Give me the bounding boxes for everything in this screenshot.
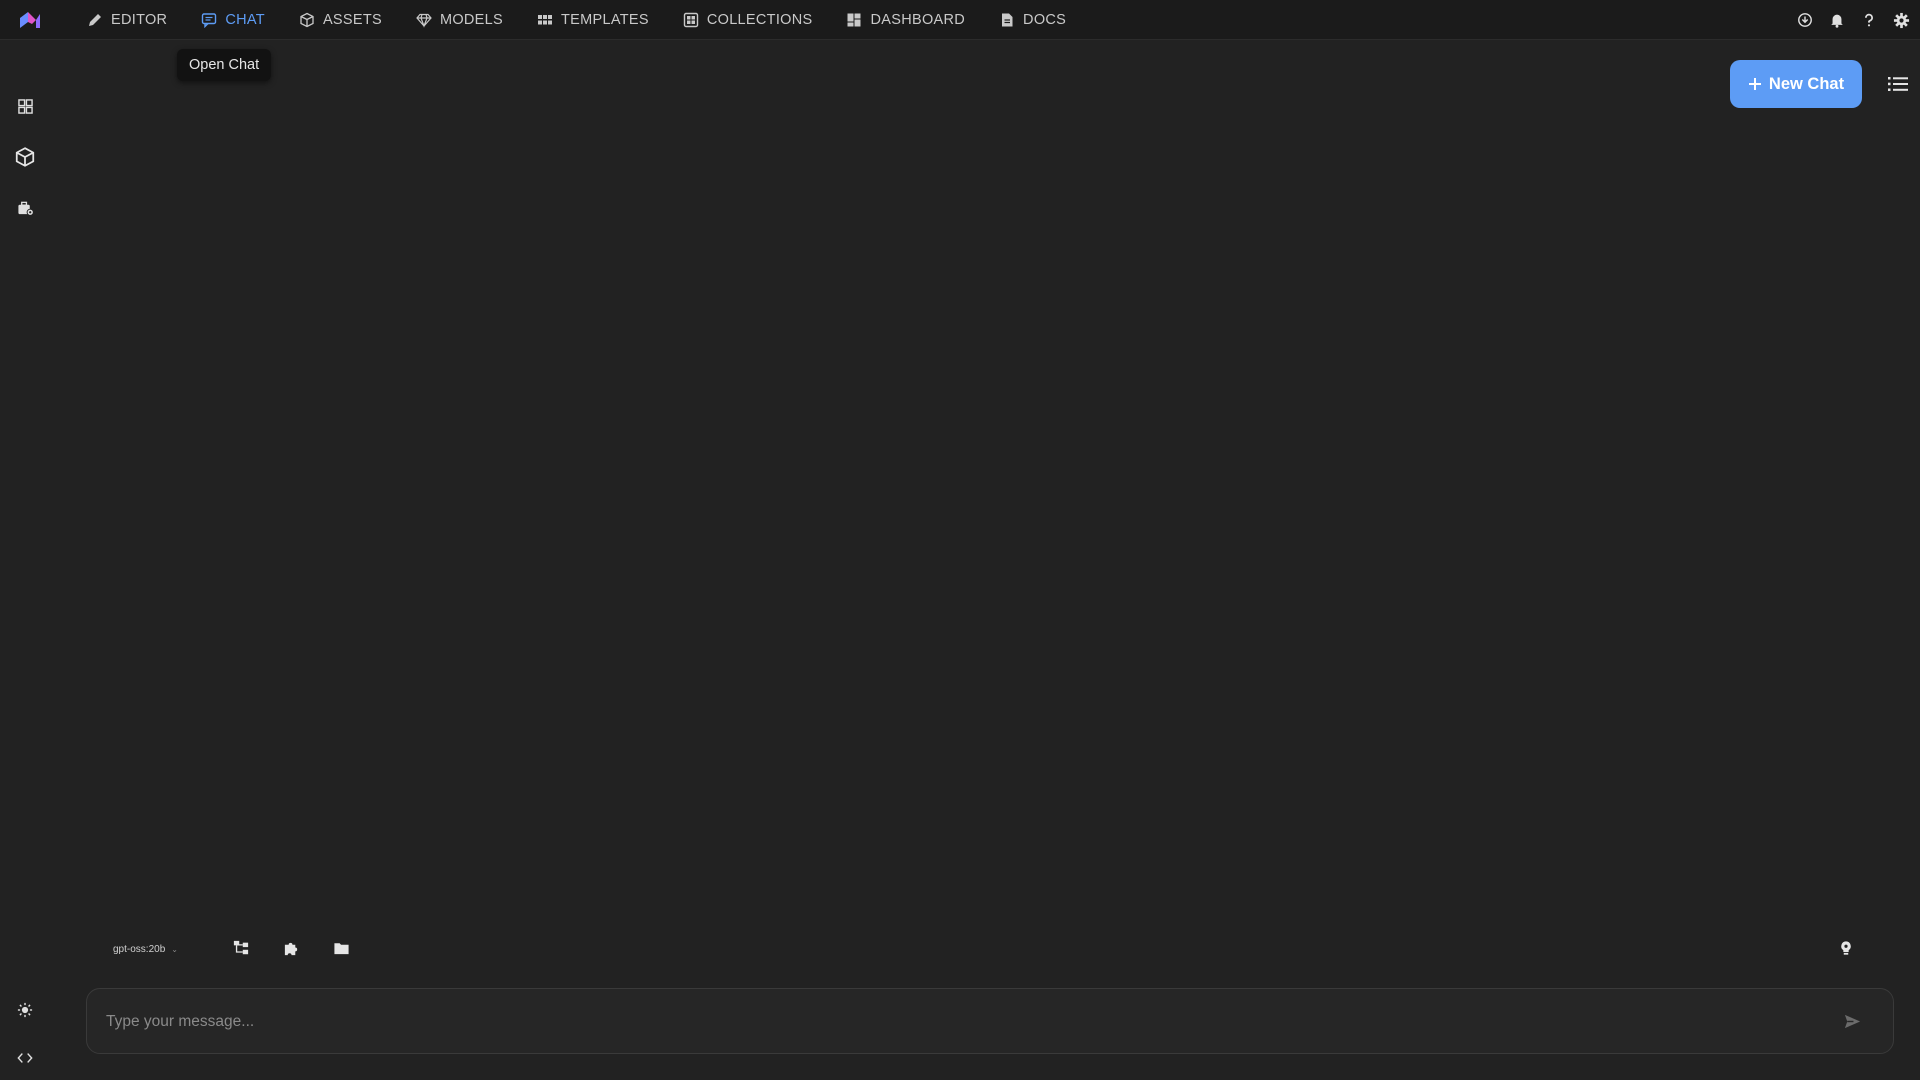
toolbox-icon[interactable] [13, 196, 37, 220]
pencil-icon [89, 14, 101, 26]
message-composer [86, 988, 1894, 1054]
nav-collections-label: COLLECTIONS [706, 12, 813, 28]
nav-models-label: MODELS [439, 12, 503, 28]
message-input[interactable] [104, 1007, 1808, 1037]
app-logo[interactable] [18, 10, 42, 30]
cube-icon[interactable] [13, 145, 37, 169]
puzzle-icon[interactable] [280, 937, 302, 959]
nav-editor-label: EDITOR [111, 12, 168, 28]
help-icon[interactable] [1860, 11, 1878, 29]
bell-icon[interactable] [1828, 11, 1846, 29]
chat-icon [202, 13, 217, 28]
lightbulb-icon[interactable] [1835, 937, 1857, 959]
top-right-actions [1796, 0, 1910, 40]
nav-templates[interactable]: TEMPLATES [520, 0, 666, 40]
folder-icon[interactable] [330, 937, 352, 959]
workflow-icon[interactable] [230, 937, 252, 959]
nav-docs-label: DOCS [1023, 12, 1067, 28]
nav-docs[interactable]: DOCS [982, 0, 1083, 40]
theme-sun-icon[interactable] [13, 998, 37, 1022]
new-chat-label: New Chat [1768, 74, 1845, 93]
chat-list-icon[interactable] [1886, 72, 1910, 96]
collection-icon [683, 12, 699, 28]
document-icon [1002, 13, 1013, 27]
top-navigation-bar: EDITOR CHAT ASSETS MODELS TEMPLATES COLL… [0, 0, 1920, 40]
main-nav: EDITOR CHAT ASSETS MODELS TEMPLATES COLL… [70, 0, 1083, 40]
nav-dashboard[interactable]: DASHBOARD [829, 0, 982, 40]
chevron-down-icon: ⌄ [171, 944, 178, 954]
nav-collections[interactable]: COLLECTIONS [666, 0, 830, 40]
nav-models[interactable]: MODELS [399, 0, 520, 40]
nav-assets-label: ASSETS [322, 12, 382, 28]
grid-icon [538, 15, 552, 25]
nav-chat-label: CHAT [225, 12, 265, 28]
gem-icon [416, 13, 432, 28]
download-status-icon[interactable] [1796, 11, 1814, 29]
code-icon[interactable] [13, 1046, 37, 1070]
tooltip-open-chat: Open Chat [177, 49, 272, 81]
gear-icon[interactable] [1892, 11, 1910, 29]
nav-editor[interactable]: EDITOR [70, 0, 184, 40]
nav-chat[interactable]: CHAT [184, 0, 282, 40]
nav-templates-label: TEMPLATES [561, 12, 649, 28]
grid-view-icon[interactable] [13, 94, 37, 118]
dashboard-icon [847, 13, 861, 27]
left-sidebar [0, 40, 50, 1080]
cube-icon [300, 12, 314, 28]
model-name: gpt-oss:20b [113, 943, 166, 955]
nav-dashboard-label: DASHBOARD [870, 12, 966, 28]
send-icon[interactable] [1841, 1010, 1863, 1032]
composer-toolbar: gpt-oss:20b ⌄ [100, 934, 178, 964]
model-selector[interactable]: gpt-oss:20b ⌄ [113, 944, 178, 955]
new-chat-button[interactable]: New Chat [1730, 60, 1862, 108]
plus-icon [1748, 78, 1761, 90]
nav-assets[interactable]: ASSETS [282, 0, 399, 40]
